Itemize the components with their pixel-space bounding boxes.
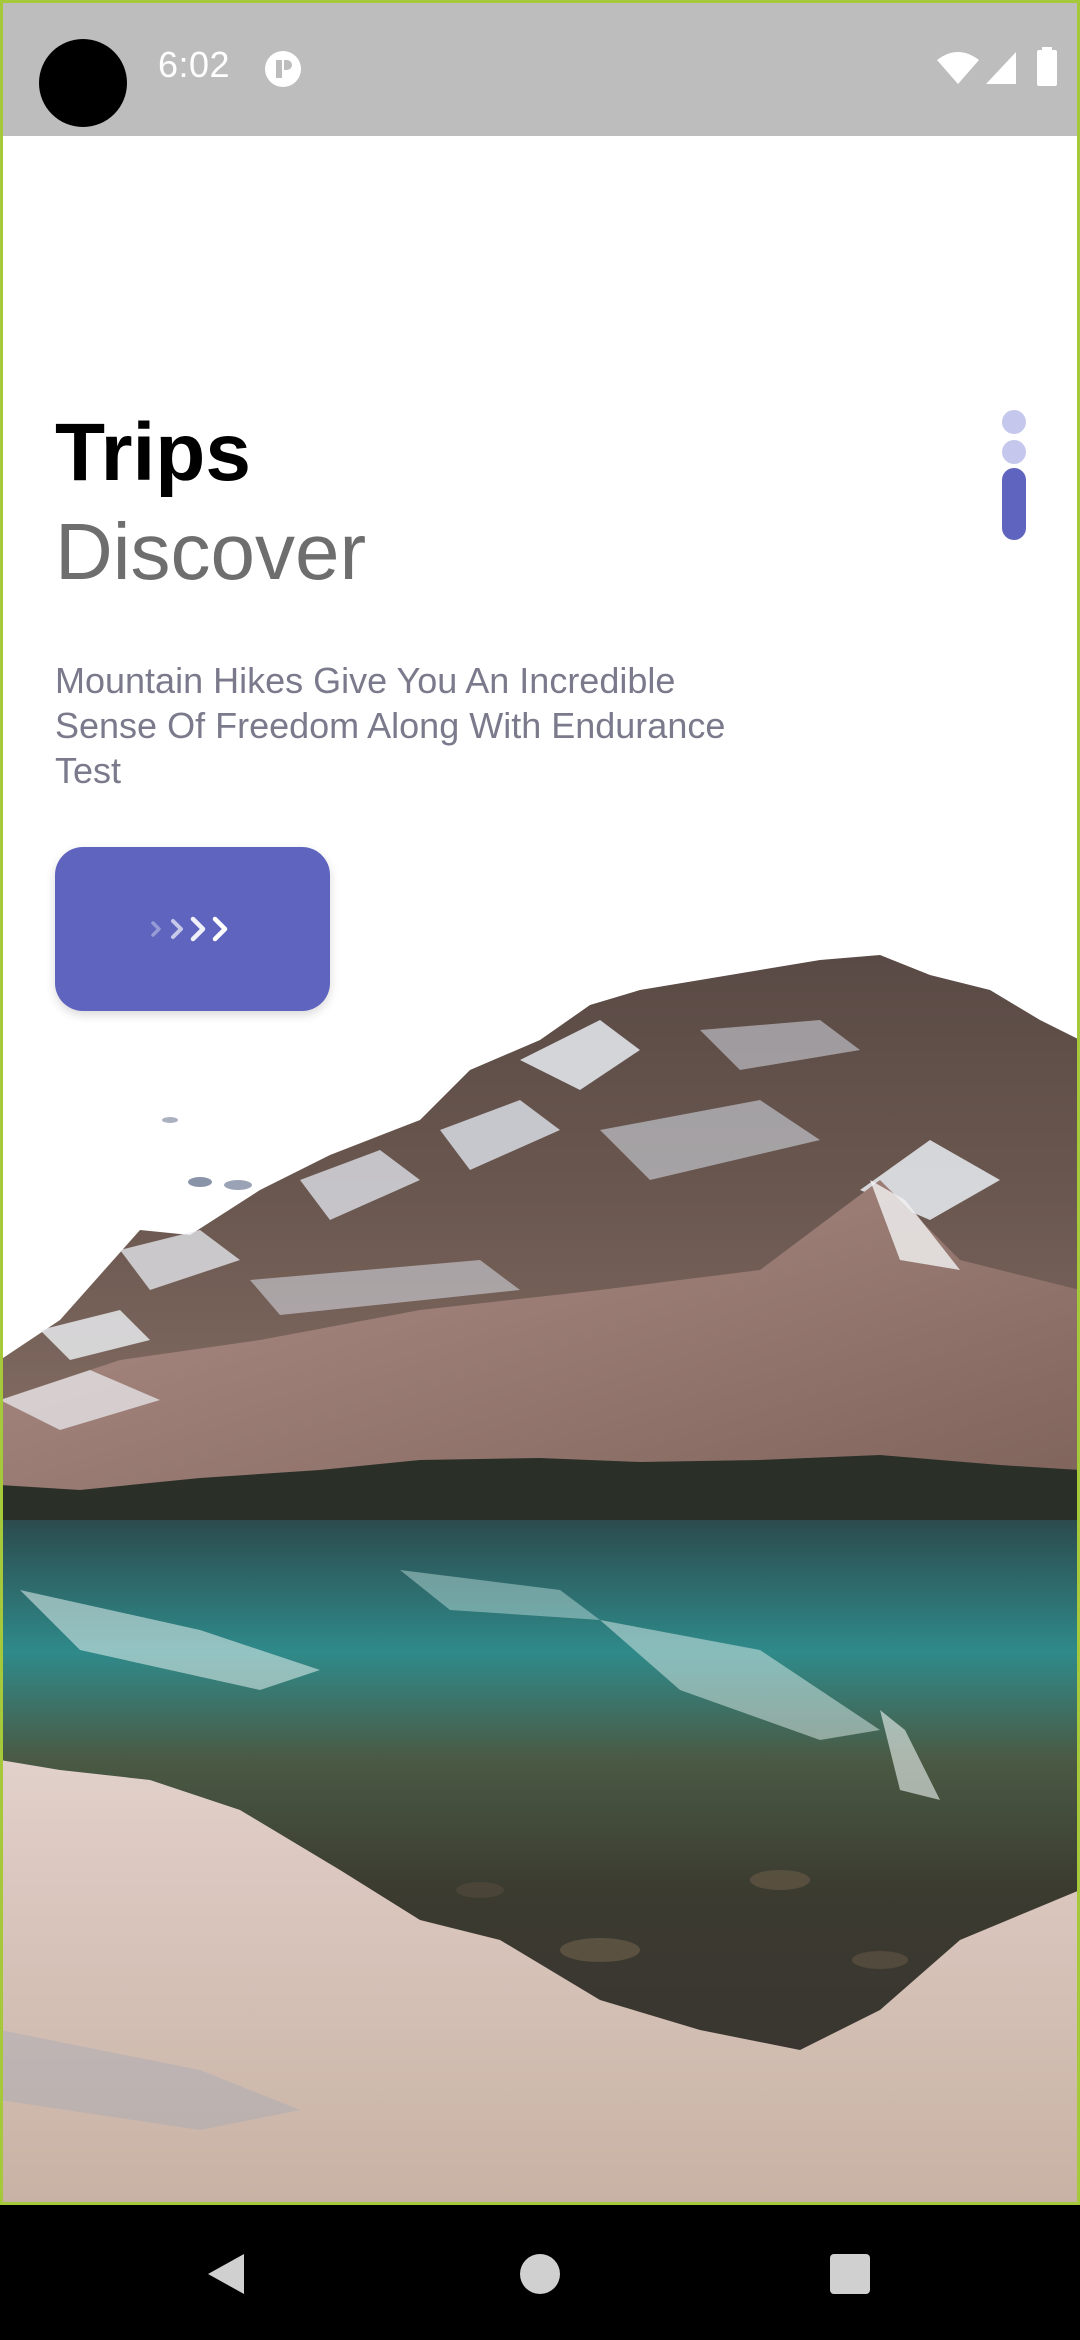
page-dot-3-active[interactable] bbox=[1002, 468, 1026, 540]
status-bar: 6:02 bbox=[0, 0, 1080, 136]
wifi-icon bbox=[937, 52, 979, 84]
back-icon[interactable] bbox=[204, 2252, 248, 2296]
page-subtitle: Discover bbox=[55, 507, 367, 596]
description-text: Mountain Hikes Give You An Incredible Se… bbox=[55, 660, 726, 791]
app-screen: 6:02 Trips Discover Mountain Hikes Give … bbox=[0, 0, 1080, 2340]
recents-icon[interactable] bbox=[830, 2254, 870, 2294]
page-title: Trips bbox=[55, 407, 251, 498]
page-dot-1[interactable] bbox=[1002, 410, 1026, 434]
signal-icon bbox=[986, 52, 1016, 84]
home-icon[interactable] bbox=[520, 2254, 560, 2294]
battery-icon bbox=[1037, 47, 1057, 86]
hero-mountain-image bbox=[0, 955, 1080, 2205]
page-dot-2[interactable] bbox=[1002, 440, 1026, 464]
camera-cutout bbox=[39, 39, 127, 127]
status-time: 6:02 bbox=[158, 44, 231, 85]
app-notification-icon bbox=[265, 51, 301, 87]
